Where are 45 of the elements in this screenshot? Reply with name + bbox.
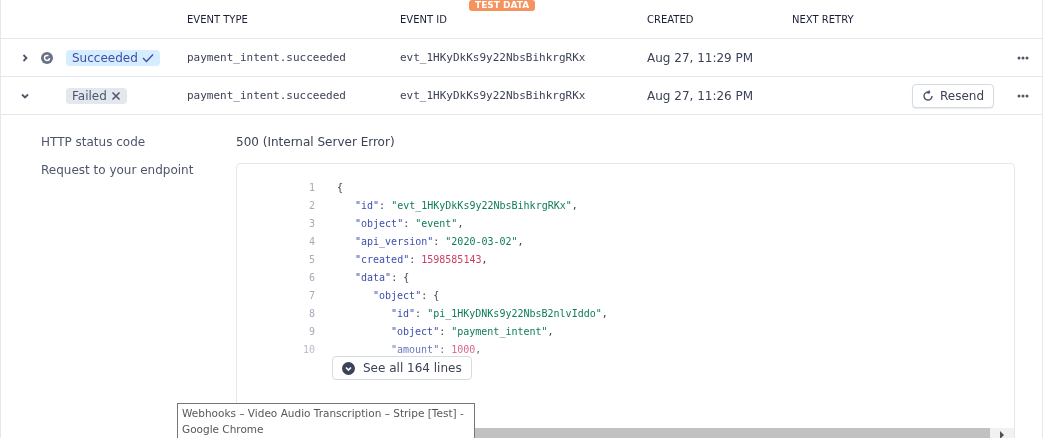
event-type: payment_intent.succeeded	[187, 51, 347, 64]
code-line: "api_version": "2020-03-02",	[354, 235, 524, 247]
retry-icon	[921, 89, 934, 102]
code-line: "created": 1598585143,	[354, 253, 488, 265]
column-header: EVENT TYPE	[187, 13, 249, 25]
line-number: 6	[307, 271, 316, 283]
event-id: evt_1HKyDkKs9y22NbsBihkrgRKx	[400, 89, 587, 102]
line-number: 1	[307, 181, 316, 193]
code-line: "object": {	[372, 289, 440, 301]
column-header: EVENT ID	[400, 13, 448, 25]
line-number: 9	[307, 325, 316, 337]
event-type: payment_intent.succeeded	[187, 89, 347, 102]
chevron-right-icon[interactable]	[20, 52, 30, 63]
more-icon[interactable]	[1017, 55, 1029, 60]
scroll-right-icon[interactable]	[999, 431, 1005, 438]
status-badge: Failed	[66, 87, 127, 104]
resend-button[interactable]: Resend	[911, 83, 994, 108]
created-date: Aug 27, 11:26 PM	[647, 88, 755, 103]
created-date: Aug 27, 11:29 PM	[647, 50, 755, 65]
status-badge: Succeeded	[66, 49, 160, 66]
code-line: "object": "event",	[354, 217, 464, 229]
line-number: 4	[307, 235, 316, 247]
line-number: 5	[307, 253, 316, 265]
chevron-down-icon	[342, 361, 355, 375]
line-number: 8	[307, 307, 316, 319]
tooltip: Webhooks – Video Audio Transcription – Stripe [Test] - Google Chrome	[177, 403, 475, 438]
code-line: "amount": 1000,	[390, 343, 482, 355]
code-line: "object": "payment_intent",	[390, 325, 554, 337]
code-line: "id": "pi_1HKyDNKs9y22NbsB2nlvIddo",	[390, 307, 608, 319]
field-value: 500 (Internal Server Error)	[236, 135, 396, 149]
field-label: HTTP status code	[41, 135, 147, 149]
more-icon[interactable]	[1017, 93, 1029, 98]
event-id: evt_1HKyDkKs9y22NbsBihkrgRKx	[400, 51, 587, 64]
line-number: 10	[301, 343, 316, 355]
test-data-badge: TEST DATA	[469, 0, 536, 11]
field-label: Request to your endpoint	[41, 163, 195, 177]
code-line: {	[337, 181, 344, 193]
code-line: "data": {	[354, 271, 410, 283]
column-header: CREATED	[647, 13, 695, 25]
line-number: 3	[307, 217, 316, 229]
column-header: NEXT RETRY	[792, 13, 855, 25]
line-number: 7	[307, 289, 316, 301]
line-number: 2	[307, 199, 316, 211]
code-line: "id": "evt_1HKyDkKs9y22NbsBihkrgRKx",	[354, 199, 578, 211]
see-all-button[interactable]: See all 164 lines	[332, 356, 472, 380]
